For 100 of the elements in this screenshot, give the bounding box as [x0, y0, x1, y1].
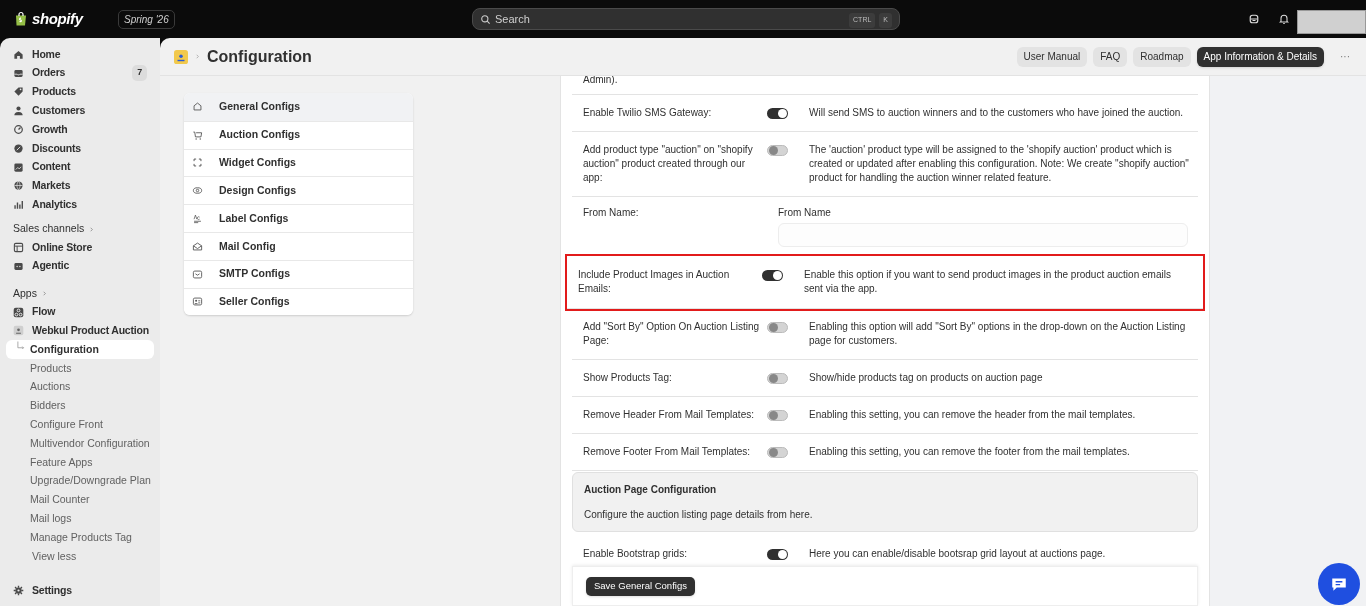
section-heading[interactable]: Sales channels	[6, 220, 154, 239]
sub-nav-item[interactable]: Configure Front	[6, 415, 154, 435]
setting-label: Include Product Images in Auction Emails:	[578, 268, 731, 296]
sub-nav-item[interactable]: Manage Products Tag	[6, 528, 154, 548]
chat-icon	[1330, 575, 1348, 593]
nav-item[interactable]: Settings	[6, 581, 154, 600]
chevron-right-icon	[40, 290, 48, 298]
store-icon	[1248, 13, 1260, 25]
flow-app-icon	[13, 306, 24, 318]
setting-description: Will send SMS to auction winners and to the customers who have joined the auction.	[809, 106, 1184, 120]
setting-label: From Name:	[583, 206, 640, 220]
robot-icon	[13, 260, 24, 272]
section-title: Auction Page Configuration	[584, 483, 718, 497]
id-card-icon	[192, 296, 203, 308]
field-label: From Name	[778, 206, 832, 220]
toggle-switch[interactable]	[762, 270, 783, 281]
sub-nav-item[interactable]: Multivendor Configuration	[6, 434, 154, 454]
toggle-switch[interactable]	[767, 145, 788, 156]
gauge-icon	[13, 124, 24, 136]
section-description: Configure the auction listing page details from here.	[584, 508, 814, 522]
nav-item[interactable]: Webkul Product Auction	[6, 321, 154, 341]
nav-item[interactable]: Flow	[6, 302, 154, 322]
home-icon	[13, 48, 24, 60]
chevron-right-icon	[88, 225, 96, 233]
inbox-icon	[13, 67, 24, 79]
header-button[interactable]: User Manual	[1016, 46, 1088, 67]
setting-description: Show/hide products tag on products on auction page	[809, 371, 1043, 385]
search-icon	[480, 13, 491, 25]
config-nav-item[interactable]: SMTP Configs	[184, 259, 413, 288]
sub-nav-item[interactable]: Configuration	[6, 340, 154, 360]
config-nav-item[interactable]: Mail Config	[184, 232, 413, 260]
section-heading[interactable]: Apps	[6, 284, 154, 303]
nav-item[interactable]: Growth	[6, 120, 154, 139]
config-nav-item[interactable]: Widget Configs	[184, 148, 413, 177]
header-button[interactable]: Roadmap	[1133, 46, 1191, 67]
nav-item[interactable]: Orders 7	[6, 63, 154, 83]
avatar[interactable]	[1297, 10, 1366, 34]
storefront-icon	[13, 242, 24, 254]
setting-label: Show Products Tag:	[583, 371, 673, 385]
config-nav-item[interactable]: Design Configs	[184, 176, 413, 205]
toggle-switch[interactable]	[767, 410, 788, 421]
sub-nav-item[interactable]: Products	[6, 359, 154, 378]
setting-label: Add product type "auction" on "shopify auction" product created through our app:	[583, 143, 754, 185]
view-less-link[interactable]: View less	[6, 547, 154, 566]
save-button[interactable]: Save General Configs	[586, 576, 695, 596]
bar-chart-icon	[13, 199, 24, 211]
setting-description: The 'auction' product type will be assigned to the 'shopify auction' product which is created or updated after enabling this configuration. Note: We create "shopify auction" product for handling the auction winner related feature.	[809, 143, 1190, 185]
header-button[interactable]: FAQ	[1093, 46, 1128, 67]
toggle-switch[interactable]	[767, 447, 788, 458]
nav-item[interactable]: Analytics	[6, 195, 154, 215]
envelope-icon	[192, 268, 203, 280]
config-nav-item[interactable]: Seller Configs	[184, 287, 413, 316]
setting-label: Admin).	[583, 76, 618, 87]
bell-icon	[1278, 13, 1290, 25]
more-actions-button[interactable]: ···	[1340, 49, 1350, 64]
toggle-switch[interactable]	[767, 373, 788, 384]
setting-label: Enable Twilio SMS Gateway:	[583, 106, 713, 120]
globe-icon	[13, 180, 24, 192]
sub-nav-item[interactable]: Upgrade/Downgrade Plan	[6, 471, 154, 491]
mail-icon	[192, 240, 203, 252]
setting-label: Add "Sort By" Option On Auction Listing Page:	[583, 320, 761, 348]
count-badge: 7	[132, 65, 147, 81]
toggle-switch[interactable]	[767, 322, 788, 333]
nav-item[interactable]: Markets	[6, 176, 154, 196]
eye-icon	[192, 185, 203, 197]
sub-nav-item[interactable]: Bidders	[6, 396, 154, 416]
config-nav-item[interactable]: Label Configs	[184, 204, 413, 232]
home-icon	[192, 101, 203, 113]
sub-nav-item[interactable]: Mail Counter	[6, 490, 154, 510]
image-icon	[13, 161, 24, 173]
nav-item[interactable]: Products	[6, 82, 154, 102]
sub-nav-item[interactable]: Auctions	[6, 377, 154, 397]
nav-item[interactable]: Home	[6, 45, 154, 64]
setting-description: Enabling this option will add "Sort By" options in the drop-down on the Auction Listing page for customers.	[809, 320, 1187, 348]
nav-item[interactable]: Discounts	[6, 139, 154, 158]
cart-icon	[192, 129, 203, 141]
setting-label: Enable Bootstrap grids:	[583, 547, 688, 561]
person-icon	[13, 105, 24, 117]
toggle-switch[interactable]	[767, 108, 788, 119]
config-nav-item[interactable]: General Configs	[184, 93, 413, 121]
toggle-switch[interactable]	[767, 549, 788, 560]
header-button[interactable]: App Information & Details	[1196, 46, 1324, 67]
setting-description: Enabling this setting, you can remove the header from the mail templates.	[809, 408, 1136, 422]
nav-item[interactable]: Customers	[6, 101, 154, 121]
setting-label: Remove Footer From Mail Templates:	[583, 445, 752, 459]
setting-description: Here you can enable/disable bootsrap grid layout at auctions page.	[809, 547, 1106, 561]
tag-icon	[13, 86, 24, 98]
shopify-logo[interactable]: shopify	[32, 7, 83, 31]
sub-nav-item[interactable]: Mail logs	[6, 509, 154, 529]
chevron-right-icon	[194, 53, 201, 60]
nav-item[interactable]: Content	[6, 157, 154, 177]
setting-description: Enable this option if you want to send product images in the product auction emails sent via the app.	[804, 268, 1172, 296]
setting-label: Remove Header From Mail Templates:	[583, 408, 755, 422]
sub-nav-item[interactable]: Feature Apps	[6, 453, 154, 472]
gear-icon	[13, 585, 24, 597]
config-nav-item[interactable]: Auction Configs	[184, 120, 413, 149]
nav-item[interactable]: Agentic	[6, 256, 154, 276]
app-icon	[13, 325, 24, 337]
nav-item[interactable]: Online Store	[6, 238, 154, 257]
text-icon	[192, 213, 203, 225]
